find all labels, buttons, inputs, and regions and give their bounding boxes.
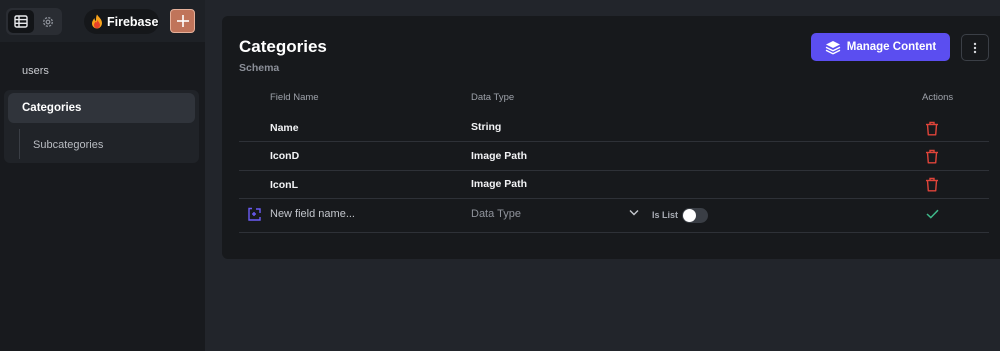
data-type-cell: Image Path [471, 178, 528, 190]
data-type-select[interactable]: Data Type [471, 208, 641, 224]
column-header-data-type: Data Type [471, 92, 515, 103]
trash-icon[interactable] [925, 121, 939, 136]
manage-content-button[interactable]: Manage Content [811, 33, 950, 61]
trash-icon[interactable] [925, 149, 939, 164]
column-header-field-name: Field Name [270, 92, 319, 103]
row-divider [239, 170, 989, 171]
new-field-icon [248, 207, 261, 221]
sidebar-header: Firebase [0, 0, 205, 42]
add-collection-button[interactable] [170, 9, 195, 33]
kebab-menu-icon [973, 42, 977, 53]
check-icon[interactable] [926, 209, 939, 219]
sidebar-item-subcategories[interactable]: Subcategories [33, 139, 103, 151]
sidebar-item-users[interactable]: users [22, 65, 49, 77]
view-mode-switcher [6, 8, 62, 35]
column-header-actions: Actions [922, 92, 954, 103]
sidebar-item-categories[interactable]: Categories [8, 93, 195, 123]
trash-icon[interactable] [925, 177, 939, 192]
layers-icon [825, 40, 841, 54]
firebase-project-badge[interactable]: Firebase [84, 9, 159, 34]
chevron-down-icon[interactable] [629, 209, 639, 216]
tree-connector-line [19, 129, 20, 159]
table-icon [14, 15, 28, 28]
data-type-cell: String [471, 121, 502, 133]
field-name-cell: IconD [270, 150, 300, 162]
new-field-name-input[interactable]: New field name... [270, 208, 355, 220]
sidebar-item-label: Categories [22, 102, 82, 114]
page-subtitle: Schema [239, 62, 280, 74]
field-name-cell: Name [270, 122, 299, 134]
table-view-button[interactable] [8, 10, 34, 33]
project-label: Firebase [107, 14, 159, 29]
sidebar [0, 0, 205, 351]
field-name-cell: IconL [270, 179, 298, 191]
data-type-cell: Image Path [471, 150, 528, 162]
gear-icon [43, 16, 53, 27]
firebase-flame-icon [92, 14, 102, 29]
row-divider [239, 141, 989, 142]
page-title: Categories [239, 37, 327, 56]
is-list-toggle[interactable] [682, 208, 708, 223]
manage-content-label: Manage Content [846, 41, 937, 53]
row-divider [239, 198, 989, 199]
settings-view-button[interactable] [35, 10, 61, 33]
row-divider [239, 232, 989, 233]
plus-icon [176, 15, 189, 27]
more-options-button[interactable] [961, 34, 989, 61]
is-list-label: Is List [652, 210, 679, 220]
toggle-knob [683, 209, 696, 222]
